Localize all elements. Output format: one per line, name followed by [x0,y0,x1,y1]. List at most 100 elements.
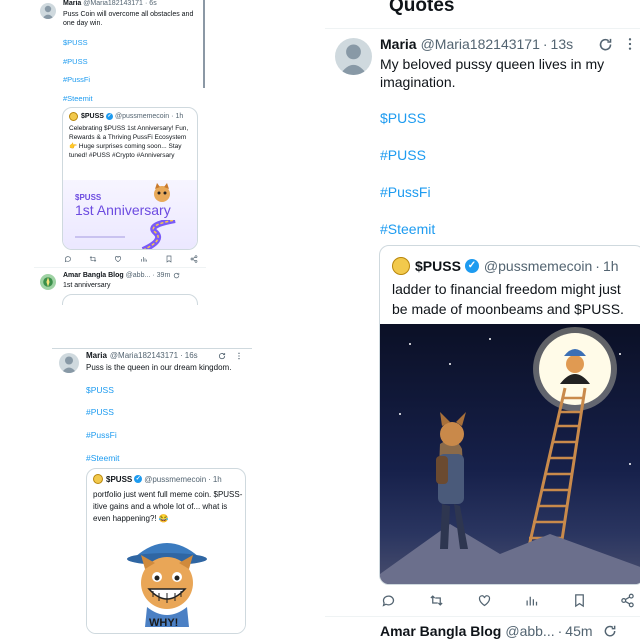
quote-card[interactable]: $PUSS ✓ @pussmemecoin · 1h portfolio jus… [86,468,246,634]
author-handle[interactable]: @abb... [505,623,554,639]
retweet-icon[interactable] [89,255,97,263]
avatar-amar-bangla[interactable] [40,274,56,290]
views-icon[interactable] [140,255,148,263]
separator: · [180,351,183,360]
author-name[interactable]: Maria [380,36,417,52]
quote-timestamp[interactable]: 1h [213,475,222,484]
hashtag-pussfi[interactable]: #PussFi [380,184,431,200]
quote-header: $PUSS ✓ @pussmemecoin · 1h [93,474,222,484]
reply-icon[interactable] [64,255,72,263]
tweet-actions [64,254,198,264]
verified-icon: ✓ [105,113,113,120]
hashtag-steemit[interactable]: #Steemit [63,94,93,103]
panel-bottom-left: Maria @Maria182143171 · 16s Puss is the … [52,330,252,640]
reply-icon[interactable] [381,593,396,608]
quote-text: Celebrating $PUSS 1st Anniversary! Fun, … [69,125,189,159]
moon-ladder-image[interactable] [380,324,640,584]
cat-mascot-icon [154,183,170,202]
quote-text: ladder to financial freedom might just b… [392,281,624,317]
quote-text: portfolio just went full meme coin. $PUS… [93,490,243,523]
refresh-icon[interactable] [173,272,180,279]
share-icon[interactable] [190,255,198,263]
share-icon[interactable] [620,593,635,608]
author-name[interactable]: Maria [63,0,81,7]
author-handle[interactable]: @abb... [126,272,151,279]
bookmark-icon[interactable] [165,255,173,263]
tweet-actions [381,592,635,608]
quote-card[interactable]: $PUSS ✓ @pussmemecoin · 1h Celebrating $… [62,107,198,250]
timestamp[interactable]: 13s [551,36,574,52]
like-icon[interactable] [477,593,492,608]
panel-right-border [203,0,205,88]
author-name[interactable]: Amar Bangla Blog [380,623,501,639]
tweet-text: 1st anniversary [63,282,111,289]
author-handle[interactable]: @Maria182143171 [110,351,178,360]
avatar[interactable] [59,353,79,373]
hashtag-puss-dollar[interactable]: $PUSS [380,110,426,126]
separator: · [144,0,148,7]
refresh-icon[interactable] [598,37,613,52]
avatar[interactable] [40,3,56,19]
hashtag-puss-dollar[interactable]: $PUSS [63,38,88,47]
panel-right: Quotes Maria @Maria182143171 · 13s My be… [325,0,640,640]
timestamp[interactable]: 6s [149,0,156,7]
anniversary-title-large: 1st Anniversary [75,202,171,218]
quote-timestamp[interactable]: 1h [603,258,619,274]
tweet-header: Maria @Maria182143171 · 13s [380,36,633,52]
like-icon[interactable] [114,255,122,263]
retweet-icon[interactable] [429,593,444,608]
moon-ladder-illustration [380,327,640,584]
hashtag-puss[interactable]: #PUSS [86,407,114,417]
hashtag-steemit[interactable]: #Steemit [86,453,120,463]
avatar[interactable] [335,38,372,75]
quote-author-name[interactable]: $PUSS [106,475,132,484]
refresh-icon[interactable] [603,624,617,638]
quote-card[interactable]: $PUSS ✓ @pussmemecoin · 1h ladder to fin… [379,245,640,585]
quote-author-handle[interactable]: @pussmemecoin [115,113,169,120]
more-icon[interactable] [236,352,242,360]
separator: · [595,258,600,274]
puss-logo-icon [93,474,103,484]
hashtag-pussfi[interactable]: #PussFi [63,75,90,84]
header-divider [325,28,640,29]
tweet-header: Amar Bangla Blog @abb... · 45m [380,623,617,639]
refresh-icon[interactable] [218,352,226,360]
separator: · [542,36,548,52]
tweet-header: Maria @Maria182143171 · 6s [63,0,157,7]
panel-top-left: Maria @Maria182143171 · 6s Puss Coin wil… [34,0,206,305]
hashtag-puss[interactable]: #PUSS [380,147,426,163]
timestamp[interactable]: 16s [185,351,198,360]
quote-author-name[interactable]: $PUSS [415,258,461,274]
image-footer-line [75,236,125,238]
bookmark-icon[interactable] [572,593,587,608]
separator: · [208,474,211,484]
more-icon[interactable] [627,37,633,51]
hashtag-puss[interactable]: #PUSS [63,57,88,66]
tweet-divider [325,616,640,617]
verified-icon: ✓ [134,475,143,483]
anniversary-image[interactable]: $PUSS 1st Anniversary [63,180,197,249]
views-icon[interactable] [524,593,539,608]
quote-author-name[interactable]: $PUSS [81,113,104,120]
hashtag-steemit[interactable]: #Steemit [380,221,435,237]
separator: · [557,623,563,639]
separator: · [171,113,174,120]
hashtag-puss-dollar[interactable]: $PUSS [86,385,114,395]
quote-card-partial[interactable] [62,294,198,305]
author-name[interactable]: Maria [86,351,107,360]
hashtag-pussfi[interactable]: #PussFi [86,430,117,440]
author-handle[interactable]: @Maria182143171 [421,36,540,52]
quote-author-handle[interactable]: @pussmemecoin [144,475,206,484]
cat-meme-image[interactable]: WHY! [87,527,245,633]
quote-author-handle[interactable]: @pussmemecoin [484,258,592,274]
quote-header: $PUSS ✓ @pussmemecoin · 1h [392,257,619,275]
author-handle[interactable]: @Maria182143171 [83,0,143,7]
timestamp[interactable]: 45m [565,623,592,639]
page-title: Quotes [389,0,455,16]
puss-logo-icon [69,112,78,121]
author-name[interactable]: Amar Bangla Blog [63,272,124,279]
why-caption: WHY! [149,617,179,629]
quote-timestamp[interactable]: 1h [176,113,184,120]
tweet-header: Amar Bangla Blog @abb... · 39m [63,272,180,279]
timestamp[interactable]: 39m [157,272,171,279]
